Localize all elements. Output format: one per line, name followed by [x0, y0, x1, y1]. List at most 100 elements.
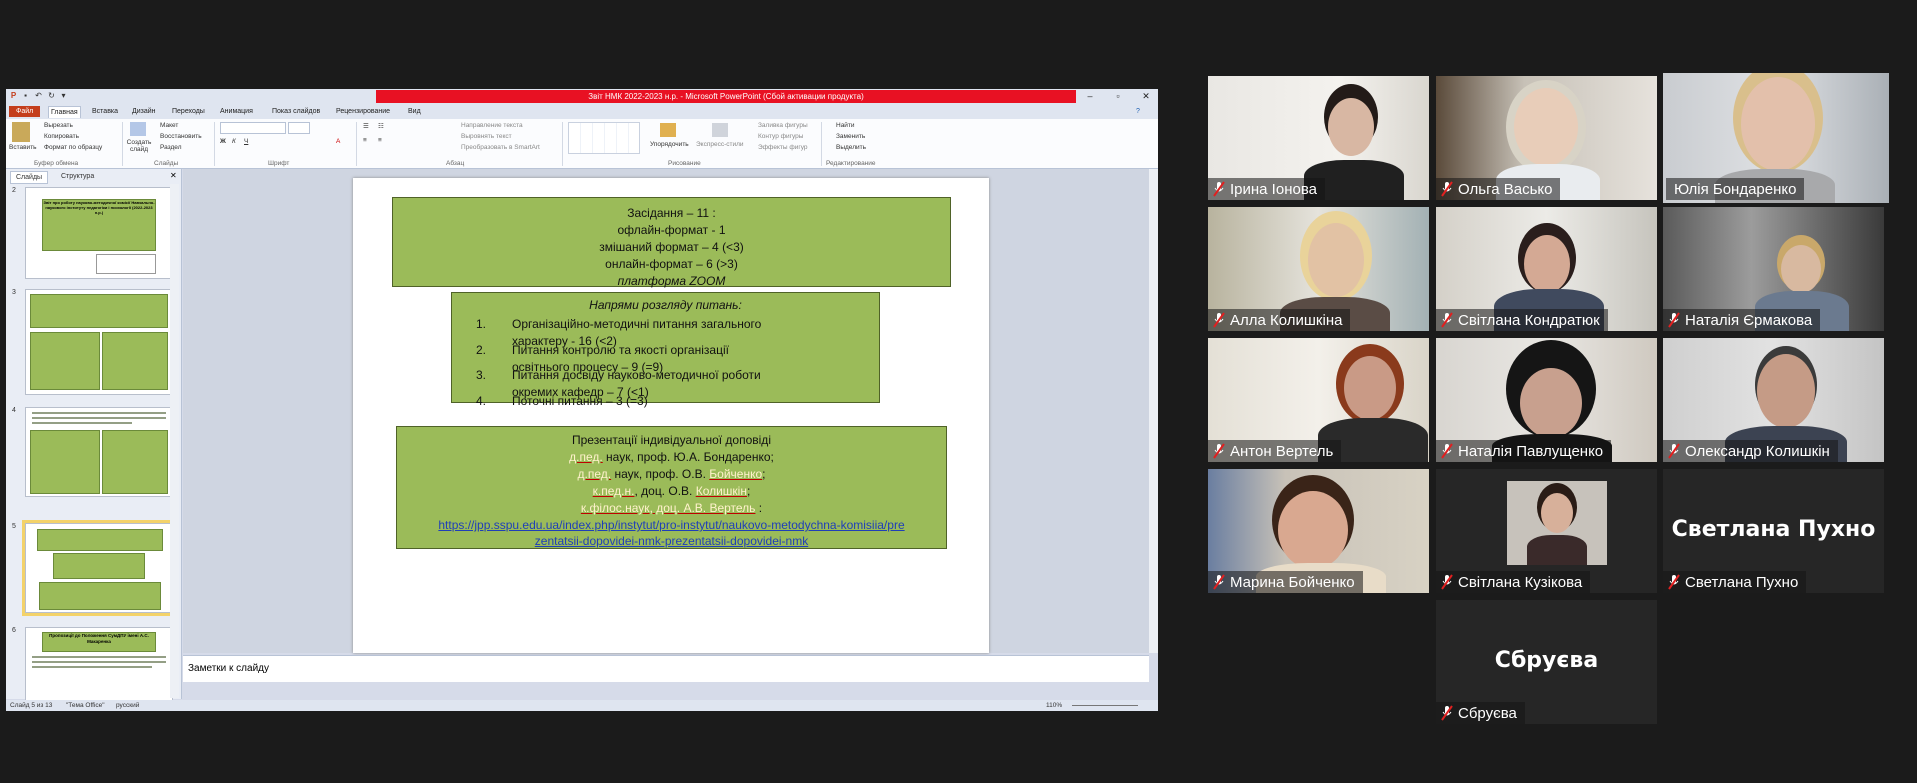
- find-button[interactable]: Найти: [836, 122, 855, 129]
- participant-name-placeholder: Сбруєва: [1494, 648, 1599, 673]
- slide-thumbnail-3[interactable]: [25, 289, 173, 395]
- participant-tile[interactable]: Наталія Павлущенко: [1436, 338, 1657, 462]
- save-icon[interactable]: ▪: [21, 91, 30, 100]
- bold-button[interactable]: Ж: [220, 138, 226, 145]
- quick-styles-button[interactable]: Экспресс-стили: [696, 141, 744, 148]
- paste-button[interactable]: Вставить: [9, 144, 37, 151]
- thumb-number: 6: [12, 627, 16, 634]
- meetings-box[interactable]: Засідання – 11 : офлайн-формат - 1 зміша…: [392, 197, 951, 288]
- new-slide-button[interactable]: Создать слайд: [124, 139, 154, 153]
- maximize-button[interactable]: ▫: [1106, 90, 1130, 103]
- close-button[interactable]: ✕: [1134, 90, 1158, 103]
- slide-thumbnail-4[interactable]: [25, 407, 173, 497]
- align-center-button[interactable]: ≡: [378, 137, 382, 144]
- replace-button[interactable]: Заменить: [836, 133, 865, 140]
- participant-face: [1541, 493, 1573, 533]
- help-icon[interactable]: ?: [1134, 106, 1142, 117]
- shape-effects-button[interactable]: Эффекты фигур: [758, 144, 808, 151]
- participant-tile[interactable]: Ірина Іонова: [1208, 76, 1429, 200]
- font-family-select[interactable]: [220, 122, 286, 134]
- participant-tile[interactable]: Світлана Кондратюк: [1436, 207, 1657, 331]
- tab-design[interactable]: Дизайн: [130, 106, 158, 117]
- participant-tile[interactable]: Антон Вертель: [1208, 338, 1429, 462]
- thumb-number: 2: [12, 187, 16, 194]
- participant-tile[interactable]: Марина Бойченко: [1208, 469, 1429, 593]
- presenter-surname: Колишкін: [695, 484, 747, 498]
- new-slide-icon[interactable]: [130, 122, 146, 136]
- presentations-box[interactable]: Презентації індивідуальної доповіді д.пе…: [396, 426, 947, 549]
- quick-styles-icon[interactable]: [712, 123, 728, 137]
- shape-outline-button[interactable]: Контур фигуры: [758, 133, 803, 140]
- participant-tile[interactable]: Світлана Кузікова: [1436, 469, 1657, 593]
- topic-text: Поточні питання – 3 (=3): [512, 394, 648, 408]
- tab-slideshow[interactable]: Показ слайдов: [270, 106, 322, 117]
- close-panel-icon[interactable]: ✕: [170, 171, 177, 180]
- arrange-icon[interactable]: [660, 123, 676, 137]
- tab-outline[interactable]: Структура: [56, 171, 99, 182]
- muted-mic-icon: [1436, 178, 1458, 200]
- copy-button[interactable]: Копировать: [44, 133, 79, 140]
- participant-tile[interactable]: Светлана Пухно Светлана Пухно: [1663, 469, 1884, 593]
- zoom-slider[interactable]: [1072, 705, 1138, 706]
- slide-thumbnail-2[interactable]: Звіт про роботу науково-методичної коміс…: [25, 187, 173, 279]
- theme-name: "Тема Office": [66, 702, 105, 709]
- font-size-select[interactable]: [288, 122, 310, 134]
- italic-button[interactable]: К: [232, 138, 236, 145]
- ribbon: Вставить Вырезать Копировать Формат по о…: [6, 119, 1158, 169]
- arrange-button[interactable]: Упорядочить: [650, 141, 689, 148]
- thumbnails-scrollbar[interactable]: [170, 184, 179, 698]
- slide-thumbnail-6[interactable]: Пропозиції до Положення СумДПУ імені А.С…: [25, 627, 173, 701]
- shape-fill-button[interactable]: Заливка фигуры: [758, 122, 808, 129]
- tab-transitions[interactable]: Переходы: [170, 106, 207, 117]
- align-text-button[interactable]: Выровнять текст: [461, 133, 512, 140]
- underline-button[interactable]: Ч: [244, 138, 248, 145]
- offline-format: офлайн-формат - 1: [617, 223, 726, 237]
- muted-mic-icon: [1208, 178, 1230, 200]
- participant-tile-active-speaker[interactable]: Юлія Бондаренко: [1663, 73, 1889, 203]
- font-color-button[interactable]: A: [336, 138, 340, 145]
- section-button[interactable]: Раздел: [160, 144, 181, 151]
- muted-mic-icon: [1436, 440, 1458, 462]
- reset-button[interactable]: Восстановить: [160, 133, 202, 140]
- tab-insert[interactable]: Вставка: [90, 106, 120, 117]
- undo-icon[interactable]: ↶: [34, 91, 43, 100]
- participant-face: [1741, 77, 1815, 171]
- topics-title: Напрями розгляду питань:: [589, 298, 742, 312]
- platform: платформа ZOOM: [617, 274, 726, 288]
- paste-icon[interactable]: [12, 122, 30, 142]
- tab-home[interactable]: Главная: [48, 106, 81, 118]
- participant-body: [1527, 535, 1587, 565]
- align-left-button[interactable]: ≡: [363, 137, 367, 144]
- customize-qat-icon[interactable]: ▾: [59, 91, 68, 100]
- slide-scrollbar[interactable]: [1149, 169, 1158, 653]
- topics-box[interactable]: Напрями розгляду питань: 1. Організаційн…: [451, 292, 880, 408]
- participant-tile[interactable]: Алла Колишкіна: [1208, 207, 1429, 331]
- notes-pane[interactable]: Заметки к слайду: [183, 655, 1149, 682]
- tab-slides[interactable]: Слайды: [10, 171, 49, 184]
- presentations-link[interactable]: https://jpp.sspu.edu.ua/index.php/instyt…: [397, 517, 946, 549]
- participant-tile[interactable]: Сбруєва Сбруєва: [1436, 600, 1657, 724]
- tab-view[interactable]: Вид: [406, 106, 423, 117]
- participant-tile[interactable]: Ольга Васько: [1436, 76, 1657, 200]
- minimize-button[interactable]: –: [1078, 90, 1102, 103]
- tab-animation[interactable]: Анимация: [218, 106, 255, 117]
- cut-button[interactable]: Вырезать: [44, 122, 73, 129]
- participant-tile[interactable]: Наталія Єрмакова: [1663, 207, 1884, 331]
- redo-icon[interactable]: ↻: [47, 91, 56, 100]
- layout-button[interactable]: Макет: [160, 122, 178, 129]
- participant-face: [1328, 98, 1374, 156]
- shapes-gallery[interactable]: [568, 122, 640, 154]
- tab-file[interactable]: Файл: [9, 106, 41, 117]
- convert-smartart-button[interactable]: Преобразовать в SmartArt: [461, 144, 540, 151]
- format-painter-button[interactable]: Формат по образцу: [44, 144, 102, 151]
- language[interactable]: русский: [116, 700, 139, 711]
- zoom-level[interactable]: 110%: [1046, 700, 1062, 711]
- numbering-button[interactable]: ☷: [378, 122, 384, 130]
- thumb-box: [53, 553, 145, 579]
- tab-review[interactable]: Рецензирование: [334, 106, 392, 117]
- participant-tile[interactable]: Олександр Колишкін: [1663, 338, 1884, 462]
- bullets-button[interactable]: ☰: [363, 122, 369, 130]
- select-button[interactable]: Выделить: [836, 144, 866, 151]
- text-direction-button[interactable]: Направление текста: [461, 122, 523, 129]
- slide-thumbnail-5[interactable]: [22, 520, 176, 616]
